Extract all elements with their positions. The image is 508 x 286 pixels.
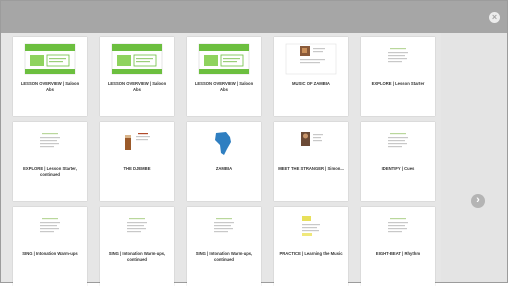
slide-card-title: THE DJEMBE [123,166,151,171]
slide-thumbnail-icon [111,43,163,82]
document-thumbnail-icon [372,128,424,167]
slide-card-title: LESSON OVERVIEW | Saloon Abs [194,81,254,92]
slide-card[interactable]: SING | Intonation Warm-ups, continued [100,207,174,286]
slide-card-title: EXPLORE | Lesson Starter, continued [23,166,77,177]
slide-card[interactable]: LESSON OVERVIEW | Saloon Abs [100,37,174,116]
slide-card-title: EIGHT-BEAT | Rhythm [375,251,421,256]
africa-map-icon [198,128,250,167]
slide-card-title: ZAMBIA [215,166,233,171]
slide-card-title: SING | Intonation Warm-ups [22,251,78,256]
slide-card[interactable]: SING | Intonation Warm-ups [13,207,87,286]
slide-card-title: EXPLORE | Lesson Starter [371,81,425,86]
note-thumbnail-icon [285,213,337,252]
document-thumbnail-icon [198,213,250,252]
portrait-thumbnail-icon [285,128,337,167]
title-bar: × [1,1,507,33]
slide-card[interactable]: MUSIC OF ZAMBIA [274,37,348,116]
slide-card[interactable]: MEET THE STRANGER | Simon... [274,122,348,201]
slide-thumbnail-icon [198,43,250,82]
document-thumbnail-icon [372,213,424,252]
document-thumbnail-icon [24,213,76,252]
slide-card[interactable]: EXPLORE | Lesson Starter [361,37,435,116]
next-page-button[interactable]: › [471,194,485,208]
slide-card[interactable]: ZAMBIA [187,122,261,201]
slide-card-title: IDENTIFY | Cues [381,166,415,171]
drum-thumbnail-icon [111,128,163,167]
document-thumbnail-icon [372,43,424,82]
slide-card-title: LESSON OVERVIEW | Saloon Abs [20,81,80,92]
document-thumbnail-icon [24,128,76,167]
slide-card[interactable]: IDENTIFY | Cues [361,122,435,201]
slide-card[interactable]: SING | Intonation Warm-ups, continued [187,207,261,286]
slide-card[interactable]: EXPLORE | Lesson Starter, continued [13,122,87,201]
chevron-right-icon: › [476,194,480,206]
slide-card-title: PRACTICE | Learning the Music [279,251,343,256]
navigation-gutter [441,33,507,282]
slide-card-title: SING | Intonation Warm-ups, continued [108,251,166,262]
slide-card[interactable]: THE DJEMBE [100,122,174,201]
slide-card-title: MEET THE STRANGER | Simon... [278,166,344,171]
slide-card[interactable]: LESSON OVERVIEW | Saloon Abs [13,37,87,116]
slide-card[interactable]: PRACTICE | Learning the Music [274,207,348,286]
slide-gallery-window: × › LESSON OVERVIEW | Saloon Abs LESSON O… [0,0,508,286]
slide-card-title: LESSON OVERVIEW | Saloon Abs [107,81,167,92]
slide-card[interactable]: EIGHT-BEAT | Rhythm [361,207,435,286]
slide-card-title: MUSIC OF ZAMBIA [292,81,330,86]
slide-thumbnail-icon [24,43,76,82]
slide-card[interactable]: LESSON OVERVIEW | Saloon Abs [187,37,261,116]
close-button[interactable]: × [489,12,500,23]
slide-card-title: SING | Intonation Warm-ups, continued [195,251,253,262]
document-thumbnail-icon [111,213,163,252]
close-icon: × [491,12,498,22]
photo-thumbnail-icon [285,43,337,82]
